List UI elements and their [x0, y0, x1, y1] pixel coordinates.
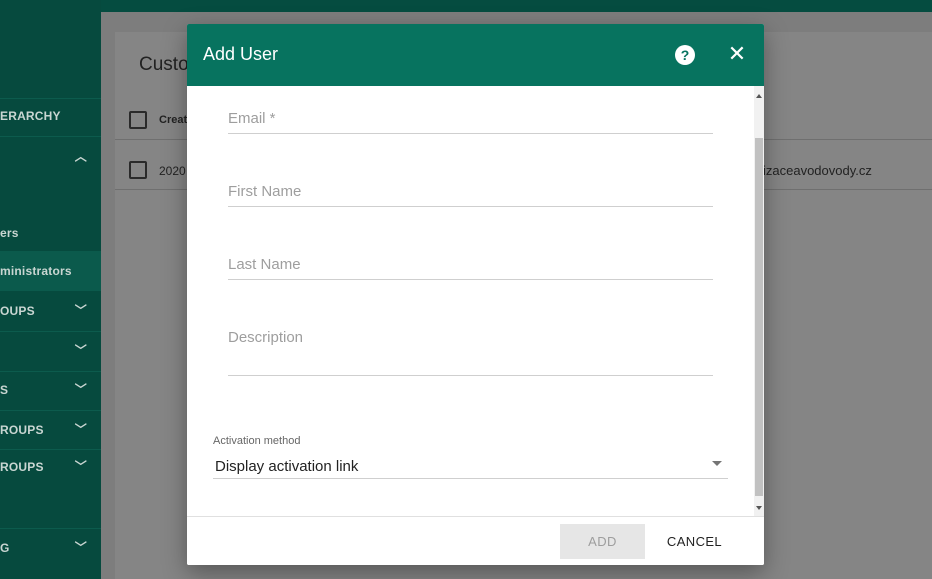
- add-user-dialog: Add User ? ✕ Activation method Display a…: [187, 24, 764, 565]
- dialog-body: Activation method Display activation lin…: [187, 86, 764, 516]
- sidebar-item-label: ERARCHY: [0, 109, 61, 123]
- page-title: Custo: [139, 54, 189, 75]
- dropdown-caret-icon[interactable]: [712, 461, 722, 466]
- sidebar-item-label: G: [0, 541, 10, 555]
- chevron-up-icon[interactable]: ︿: [75, 148, 87, 165]
- sidebar-item-section[interactable]: ﹀: [0, 331, 101, 371]
- sidebar-item-label: S: [0, 383, 9, 397]
- top-bar: [101, 0, 932, 12]
- activation-method-label: Activation method: [213, 435, 301, 447]
- scrollbar-thumb[interactable]: [755, 138, 763, 496]
- close-icon[interactable]: ✕: [727, 42, 747, 66]
- last-name-field-wrapper: [228, 256, 713, 280]
- help-icon[interactable]: ?: [675, 45, 695, 65]
- add-button[interactable]: ADD: [560, 524, 645, 559]
- activation-method-select[interactable]: Display activation link: [213, 455, 728, 479]
- email-field-wrapper: [228, 110, 713, 134]
- chevron-down-icon[interactable]: ﹀: [75, 381, 87, 398]
- sidebar-item-groups-2[interactable]: ROUPS ﹀: [0, 410, 101, 450]
- sidebar-item-label: ministrators: [0, 264, 72, 278]
- cancel-button[interactable]: CANCEL: [657, 524, 732, 559]
- sidebar-item-users[interactable]: ers: [0, 213, 101, 253]
- chevron-down-icon[interactable]: ﹀: [75, 539, 87, 556]
- chevron-down-icon[interactable]: ﹀: [75, 302, 87, 319]
- sidebar-item-collapse[interactable]: ︿: [0, 137, 101, 177]
- row-email: izaceavodovody.cz: [763, 163, 872, 178]
- app-screen: ERARCHY ︿ ers ministrators OUPS ﹀ ﹀ S ﹀ …: [0, 0, 932, 579]
- row-created-date: 2020: [159, 164, 186, 178]
- sidebar-item-g[interactable]: G ﹀: [0, 528, 101, 568]
- chevron-down-icon[interactable]: ﹀: [75, 421, 87, 438]
- scroll-up-arrow-icon[interactable]: [756, 94, 762, 98]
- sidebar-item-label: ROUPS: [0, 423, 44, 437]
- description-field-wrapper: [228, 329, 713, 381]
- sidebar-item-groups[interactable]: OUPS ﹀: [0, 291, 101, 331]
- last-name-field[interactable]: [228, 256, 713, 280]
- activation-method-value: Display activation link: [215, 458, 359, 475]
- dialog-title: Add User: [203, 44, 279, 64]
- column-header-created[interactable]: Creat: [159, 114, 187, 126]
- dialog-scrollbar[interactable]: [754, 86, 764, 516]
- sidebar-item-s[interactable]: S ﹀: [0, 370, 101, 410]
- description-field[interactable]: [228, 329, 713, 376]
- sidebar-item-groups-3[interactable]: ROUPS ﹀: [0, 447, 101, 487]
- select-all-checkbox[interactable]: [129, 111, 147, 129]
- sidebar-item-label: ers: [0, 226, 19, 240]
- sidebar-item-hierarchy[interactable]: ERARCHY: [0, 96, 101, 136]
- dialog-header: Add User ? ✕: [187, 24, 764, 86]
- email-field[interactable]: [228, 110, 713, 134]
- chevron-down-icon[interactable]: ﹀: [75, 458, 87, 475]
- chevron-down-icon[interactable]: ﹀: [75, 342, 87, 359]
- scroll-down-arrow-icon[interactable]: [756, 506, 762, 510]
- sidebar-item-label: OUPS: [0, 304, 35, 318]
- sidebar: ERARCHY ︿ ers ministrators OUPS ﹀ ﹀ S ﹀ …: [0, 0, 101, 579]
- first-name-field-wrapper: [228, 183, 713, 207]
- row-checkbox[interactable]: [129, 161, 147, 179]
- first-name-field[interactable]: [228, 183, 713, 207]
- sidebar-item-label: ROUPS: [0, 460, 44, 474]
- sidebar-item-administrators[interactable]: ministrators: [0, 251, 101, 291]
- dialog-footer: ADD CANCEL: [187, 516, 764, 565]
